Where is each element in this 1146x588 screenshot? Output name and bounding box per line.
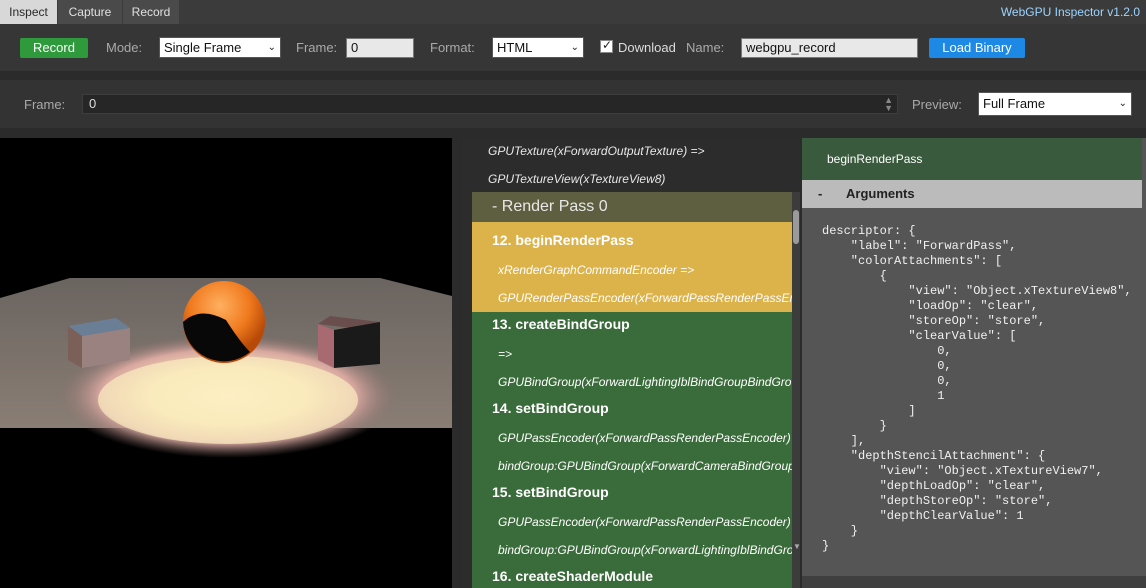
name-input[interactable]: webgpu_record (741, 38, 918, 58)
command-title: 12. beginRenderPass (492, 232, 634, 248)
command-item[interactable]: 16. createShaderModule (472, 564, 792, 588)
format-label: Format: (430, 40, 475, 55)
command-title: 16. createShaderModule (492, 568, 654, 584)
command-list-scrollbar[interactable] (792, 192, 800, 588)
chevron-down-icon: ⌄ (570, 42, 579, 53)
command-detail-line: bindGroup:GPUBindGroup(xForwardCameraBin… (498, 459, 792, 473)
code-line: "view": "Object.xTextureView7", (822, 464, 1103, 478)
code-line: descriptor: { (822, 224, 916, 238)
code-line: "depthClearValue": 1 (822, 509, 1024, 523)
command-detail-line: => (498, 347, 513, 361)
code-line: "clearValue": [ (822, 329, 1017, 343)
details-header: beginRenderPass (802, 138, 1142, 180)
mode-select[interactable]: Single Frame ⌄ (159, 37, 281, 58)
tab-bar: Inspect Capture Record WebGPU Inspector … (0, 0, 1146, 24)
collapse-icon: - (818, 186, 823, 201)
tab-inspect[interactable]: Inspect (0, 0, 57, 24)
scroll-down-icon[interactable]: ▼ (793, 542, 800, 551)
command-detail-line: bindGroup:GPUBindGroup(xForwardLightingI… (498, 543, 792, 557)
command-item[interactable]: 12. beginRenderPass xRenderGraphCommandE… (472, 222, 792, 312)
record-toolbar: Record Mode: Single Frame ⌄ Frame: 0 For… (0, 24, 1146, 72)
code-line: "storeOp": "store", (822, 314, 1046, 328)
code-line: "depthStencilAttachment": { (822, 449, 1046, 463)
code-line: } (822, 419, 887, 433)
command-detail-line: GPUTextureView(xTextureView8) (488, 172, 666, 186)
command-detail-line: GPUPassEncoder(xForwardPassRenderPassEnc… (498, 431, 792, 445)
code-line: "label": "ForwardPass", (822, 239, 1017, 253)
command-title: 15. setBindGroup (492, 484, 609, 500)
record-button[interactable]: Record (20, 38, 88, 58)
checkmark-icon: ✓ (602, 38, 613, 52)
code-line: 1 (822, 389, 945, 403)
code-line: { (822, 269, 887, 283)
render-preview[interactable] (0, 138, 452, 588)
download-label: Download (618, 40, 676, 55)
mode-label: Mode: (106, 40, 143, 55)
code-line: ], (822, 434, 866, 448)
scrollbar-thumb[interactable] (793, 210, 799, 244)
command-detail-line: GPUBindGroup(xForwardLightingIblBindGrou… (498, 375, 792, 389)
code-line: 0, (822, 344, 952, 358)
code-line: 0, (822, 374, 952, 388)
command-item[interactable]: 13. createBindGroup => GPUBindGroup(xFor… (472, 312, 792, 396)
app-title: WebGPU Inspector v1.2.0 (1000, 5, 1140, 19)
code-line: "view": "Object.xTextureView8", (822, 284, 1132, 298)
command-item[interactable]: 14. setBindGroup GPUPassEncoder(xForward… (472, 396, 792, 480)
load-binary-button[interactable]: Load Binary (929, 38, 1025, 58)
scene-preview-image (0, 138, 452, 588)
frame-label: Frame: (296, 40, 338, 55)
code-line: "loadOp": "clear", (822, 299, 1039, 313)
frame-number-label: Frame: (24, 97, 66, 112)
frame-bar: Frame: 0 ▲ ▼ Preview: Full Frame ⌄ (0, 80, 1146, 128)
command-title: 14. setBindGroup (492, 400, 609, 416)
tab-capture[interactable]: Capture (58, 0, 122, 24)
mode-value: Single Frame (164, 40, 242, 55)
command-item[interactable]: 15. setBindGroup GPUPassEncoder(xForward… (472, 480, 792, 564)
frame-number-value: 0 (89, 96, 97, 111)
command-details-panel: beginRenderPass - Arguments descriptor: … (802, 138, 1146, 588)
chevron-down-icon: ⌄ (267, 42, 276, 53)
spinner-icon[interactable]: ▲ ▼ (884, 96, 893, 113)
tab-record[interactable]: Record (123, 0, 179, 24)
code-line: 0, (822, 359, 952, 373)
format-value: HTML (497, 40, 533, 55)
command-detail-line: xRenderGraphCommandEncoder => (498, 263, 695, 277)
code-line: "depthStoreOp": "store", (822, 494, 1053, 508)
frame-number-input[interactable]: 0 ▲ ▼ (82, 94, 898, 114)
preview-label: Preview: (912, 97, 962, 112)
arguments-title: Arguments (846, 186, 915, 201)
render-pass-header[interactable]: - Render Pass 0 (472, 192, 792, 222)
preview-select[interactable]: Full Frame ⌄ (978, 92, 1132, 116)
code-line: ] (822, 404, 916, 418)
frame-input[interactable]: 0 (346, 38, 414, 58)
code-line: "colorAttachments": [ (822, 254, 1003, 268)
arguments-section-toggle[interactable]: - Arguments (802, 180, 1142, 208)
command-detail-line: GPURenderPassEncoder(xForwardPassRenderP… (498, 291, 792, 305)
command-detail-line: GPUTexture(xForwardOutputTexture) => (488, 144, 705, 158)
code-line: "depthLoadOp": "clear", (822, 479, 1046, 493)
name-label: Name: (686, 40, 725, 55)
format-select[interactable]: HTML ⌄ (492, 37, 584, 58)
arguments-code: descriptor: { "label": "ForwardPass", "c… (822, 224, 1132, 554)
chevron-down-icon: ⌄ (1118, 98, 1127, 109)
download-checkbox[interactable]: ✓ (600, 38, 613, 53)
preview-value: Full Frame (983, 96, 1046, 111)
render-pass-label: - Render Pass 0 (492, 198, 608, 215)
code-line: } (822, 539, 830, 553)
code-line: } (822, 524, 859, 538)
command-title: 13. createBindGroup (492, 316, 630, 332)
details-footer (802, 576, 1146, 588)
command-list: GPUTexture(xForwardOutputTexture) => GPU… (462, 138, 800, 588)
command-detail-line: GPUPassEncoder(xForwardPassRenderPassEnc… (498, 515, 792, 529)
